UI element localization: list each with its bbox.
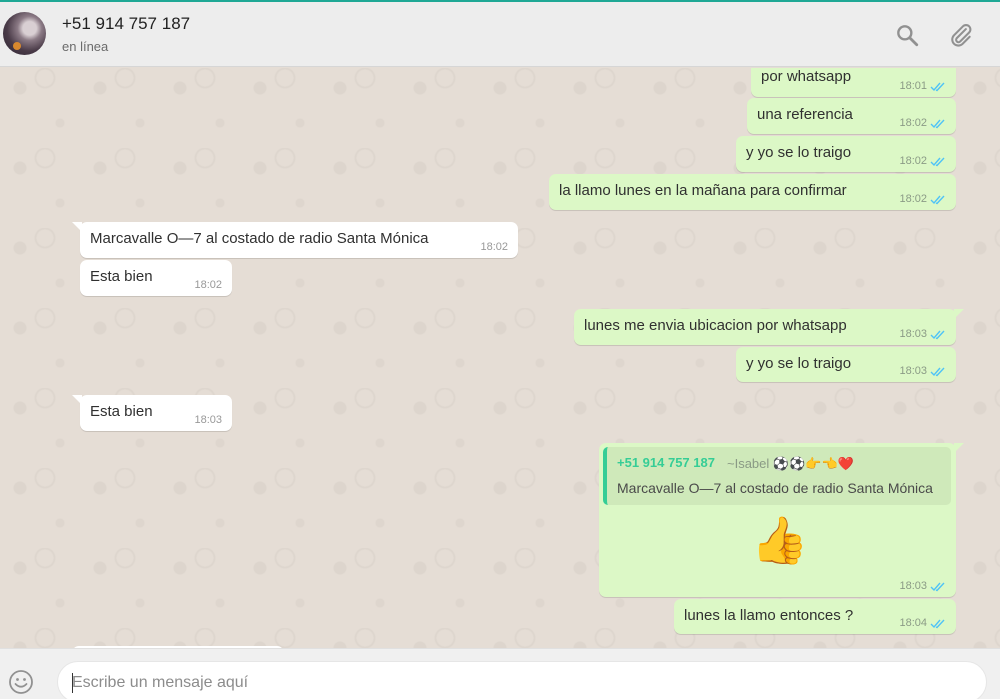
message-bubble[interactable]: Esta bien 18:03 [72,395,232,431]
read-ticks-icon [930,195,945,204]
read-ticks-icon [930,82,945,91]
message-time: 18:02 [480,241,508,253]
message-meta: 18:02 [899,155,946,167]
bubble-tail [72,395,82,405]
message-time: 18:02 [194,279,222,291]
compose-bar [0,648,1000,699]
bubble-tail [954,309,964,319]
message-input-box[interactable] [57,661,987,699]
message-meta: 18:01 [899,80,946,92]
message-time: 18:02 [899,193,927,205]
read-ticks-icon [930,619,945,628]
bubble-tail [954,443,964,453]
message-bubble[interactable]: lunes me envia ubicacion por whatsapp 18… [574,309,964,345]
chat-header: +51 914 757 187 en línea [0,2,1000,67]
thumbs-up-emoji: 👍 [751,514,809,566]
quoted-author: +51 914 757 187 [617,455,715,470]
bubble-tail [72,222,82,232]
message-time: 18:02 [899,155,927,167]
quoted-text: Marcavalle O—7 al costado de radio Santa… [617,480,933,496]
read-ticks-icon [930,330,945,339]
quoted-message[interactable]: +51 914 757 187 ~Isabel ⚽⚽👉👈❤️ Marcavall… [603,447,951,505]
quoted-author-alias: ~Isabel ⚽⚽👉👈❤️ [727,456,854,471]
message-meta: 18:04 [899,617,946,629]
message-bubble[interactable]: una referencia 18:02 [747,98,956,134]
read-ticks-icon [930,119,945,128]
message-meta: 18:02 [480,241,508,253]
message-input[interactable] [72,672,952,694]
message-meta: 18:03 [899,328,946,340]
message-time: 18:01 [899,80,927,92]
message-text: y yo se lo traigo [746,355,852,372]
read-ticks-icon [930,367,945,376]
message-meta: 18:03 [899,365,946,377]
message-text: Esta bien [90,268,153,285]
message-text: lunes me envia ubicacion por whatsapp [584,317,847,334]
message-text: la llamo lunes en la mañana para confirm… [559,182,847,199]
message-bubble[interactable]: y yo se lo traigo 18:02 [736,136,956,172]
reply-message-bubble[interactable]: +51 914 757 187 ~Isabel ⚽⚽👉👈❤️ Marcavall… [599,443,964,597]
message-time: 18:02 [899,117,927,129]
message-meta: 18:02 [899,117,946,129]
emoji-icon[interactable] [8,669,34,695]
read-ticks-icon [930,157,945,166]
message-text: una referencia [757,106,853,123]
search-icon[interactable] [894,22,920,48]
message-bubble[interactable]: lunes la llamo entonces ? 18:04 [674,599,956,634]
message-time: 18:03 [899,365,927,377]
message-bubble[interactable]: Marcavalle O—7 al costado de radio Santa… [72,222,518,258]
message-meta: 18:03 [194,414,222,426]
text-caret [72,673,73,693]
message-bubble[interactable]: y yo se lo traigo 18:03 [736,347,956,382]
attach-icon[interactable] [948,22,974,48]
contact-name[interactable]: +51 914 757 187 [62,14,190,34]
message-time: 18:04 [899,617,927,629]
message-meta: 18:02 [194,279,222,291]
message-bubble[interactable]: la llamo lunes en la mañana para confirm… [549,174,956,210]
message-time: 18:03 [899,328,927,340]
message-meta: 18:02 [899,193,946,205]
contact-avatar[interactable] [3,12,46,55]
message-text: y yo se lo traigo [746,144,852,161]
message-text: por whatsapp [761,68,852,85]
message-time: 18:03 [899,580,927,592]
contact-status: en línea [62,39,109,54]
read-ticks-icon [930,582,945,591]
message-text: lunes la llamo entonces ? [684,607,854,624]
message-bubble[interactable]: por whatsapp 18:01 [751,68,956,97]
message-meta: 18:03 [899,580,946,592]
message-time: 18:03 [194,414,222,426]
message-bubble[interactable]: Esta bien 18:02 [80,260,232,296]
message-list[interactable]: por whatsapp 18:01 una referencia 18:02 … [0,68,1000,648]
message-text: Marcavalle O—7 al costado de radio Santa… [90,230,429,247]
message-text: Esta bien [90,403,153,420]
